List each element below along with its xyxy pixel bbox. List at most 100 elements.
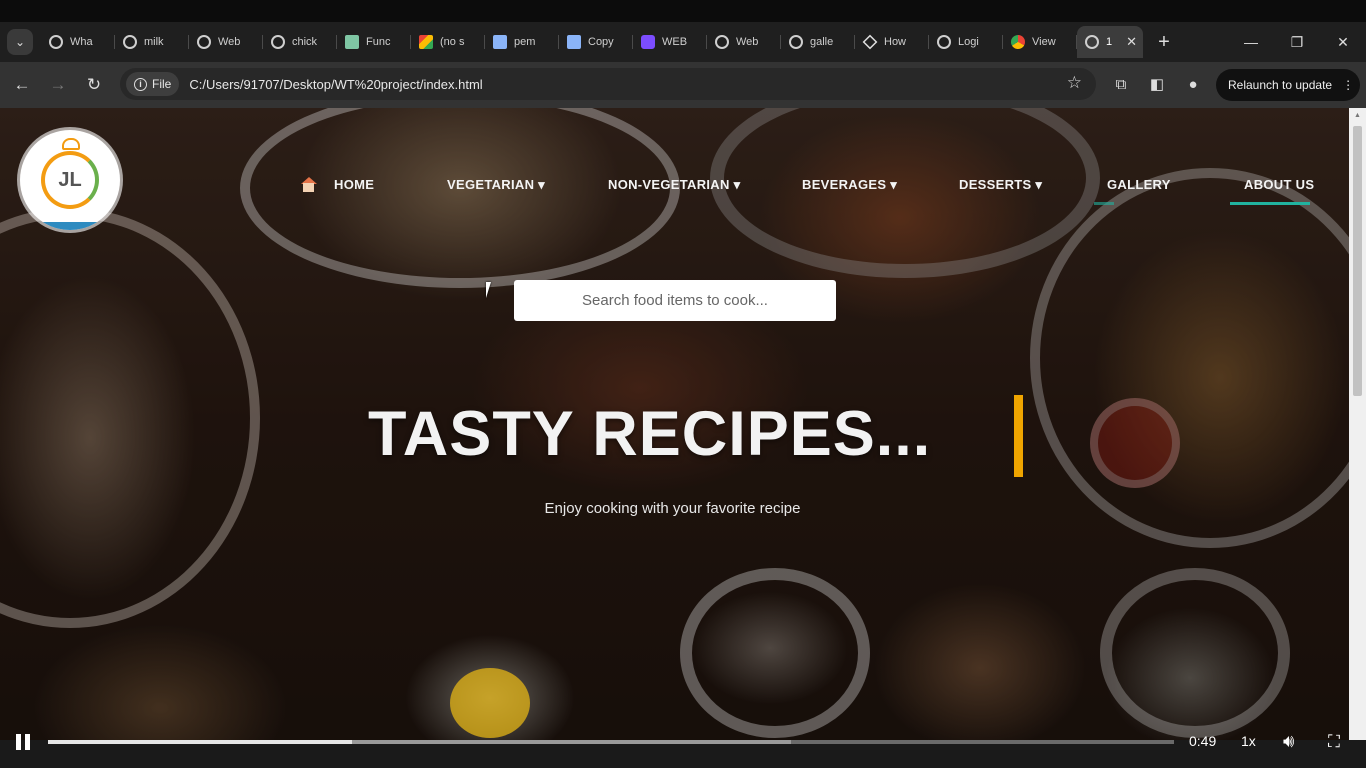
relaunch-button[interactable]: Relaunch to update ⋮ — [1216, 69, 1360, 101]
browser-tab[interactable]: View — [1003, 26, 1077, 58]
volume-icon[interactable]: 🔊︎ — [1283, 731, 1294, 752]
tab-label: How — [884, 36, 907, 48]
pause-icon[interactable] — [16, 734, 32, 752]
top-strip — [0, 0, 1366, 22]
food-search-input[interactable] — [514, 280, 836, 321]
tab-label: pem — [514, 36, 536, 48]
url-text[interactable]: C:/Users/91707/Desktop/WT%20project/inde… — [189, 77, 482, 92]
new-tab-button[interactable]: + — [1149, 27, 1179, 57]
plate-decoration — [0, 208, 260, 628]
minimize-icon[interactable]: — — [1228, 22, 1274, 62]
browser-tab[interactable]: pem — [485, 26, 559, 58]
close-window-icon[interactable]: ✕ — [1320, 22, 1366, 62]
tab-search-button[interactable]: ⌄ — [7, 29, 33, 55]
exit-fullscreen-icon[interactable]: ⛶ — [1328, 732, 1340, 752]
hero-subtitle-wrap: Enjoy cooking with your favorite recipe — [0, 500, 1349, 517]
docs-icon — [493, 35, 507, 49]
nav-vegetarian[interactable]: VEGETARIAN ▾ — [447, 177, 545, 193]
browser-tab[interactable]: milk — [115, 26, 189, 58]
nav-beverages[interactable]: BEVERAGES ▾ — [802, 177, 897, 193]
home-icon — [300, 177, 317, 192]
tab-list: Wha milk Web chick Func (no s pem Copy WEB Web gal… — [41, 22, 1143, 62]
nav-non-vegetarian[interactable]: NON-VEGETARIAN ▾ — [608, 177, 740, 193]
plate-decoration — [240, 108, 680, 288]
plate-decoration — [710, 108, 1100, 278]
address-bar[interactable]: i File C:/Users/91707/Desktop/WT%20proje… — [120, 68, 1096, 100]
video-progress-fill — [48, 740, 353, 744]
close-tab-icon[interactable]: ✕ — [1126, 34, 1137, 50]
mouse-cursor — [486, 282, 491, 298]
gmail-icon — [419, 35, 433, 49]
side-panel-icon[interactable]: ◧ — [1142, 69, 1172, 99]
browser-tab[interactable]: Logi — [929, 26, 1003, 58]
scrollbar-thumb[interactable] — [1353, 126, 1362, 396]
site-info-chip[interactable]: i File — [126, 72, 180, 96]
globe-icon — [271, 35, 285, 49]
scroll-up-icon[interactable]: ▲ — [1354, 112, 1361, 119]
globe-icon — [1085, 35, 1099, 49]
bookmark-star-icon[interactable]: ☆ — [1067, 73, 1082, 93]
tab-label: 1 — [1106, 36, 1113, 48]
video-time: 0:49 — [1189, 733, 1217, 749]
hero-subtitle: Enjoy cooking with your favorite recipe — [544, 500, 801, 517]
nav-home-label: HOME — [334, 177, 375, 192]
tab-label: Wha — [70, 36, 93, 48]
browser-tab[interactable]: Wha — [41, 26, 115, 58]
browser-toolbar: ← → ↻ i File C:/Users/91707/Desktop/WT%2… — [0, 62, 1366, 108]
more-menu-icon[interactable]: ⋮ — [1342, 78, 1354, 92]
browser-tab[interactable]: Func — [337, 26, 411, 58]
chef-hat-icon — [62, 138, 80, 150]
toolbar-icons: ⧉ ◧ ● — [1106, 69, 1208, 99]
tab-label: Func — [366, 36, 391, 48]
globe-icon — [49, 35, 63, 49]
browser-tab[interactable]: WEB — [633, 26, 707, 58]
page-viewport: JL HOME VEGETARIAN ▾ NON-VEGETARIAN ▾ BE… — [0, 108, 1349, 740]
tab-label: milk — [144, 36, 164, 48]
tab-label: (no s — [440, 36, 465, 48]
tab-label: galle — [810, 36, 834, 48]
tab-label: Web — [218, 36, 241, 48]
browser-tab[interactable]: chick — [263, 26, 337, 58]
browser-tab[interactable]: How — [855, 26, 929, 58]
browser-tab[interactable]: galle — [781, 26, 855, 58]
nav-about-us[interactable]: ABOUT US — [1244, 177, 1314, 192]
move-icon — [862, 34, 878, 50]
plate-decoration — [1100, 568, 1290, 738]
info-icon: i — [134, 77, 147, 91]
nav-desserts[interactable]: DESSERTS ▾ — [959, 177, 1042, 193]
back-icon[interactable]: ← — [4, 67, 40, 103]
browser-tab[interactable]: Copy — [559, 26, 633, 58]
globe-icon — [197, 35, 211, 49]
video-progress-bar[interactable] — [48, 740, 1174, 744]
sauce-bowl-decoration — [1090, 398, 1180, 488]
reload-icon[interactable]: ↻ — [76, 67, 112, 103]
window-controls: — ❐ ✕ — [1228, 22, 1366, 62]
restore-icon[interactable]: ❐ — [1274, 22, 1320, 62]
nav-gallery[interactable]: GALLERY — [1107, 177, 1171, 192]
forward-icon[interactable]: → — [40, 67, 76, 103]
page-scrollbar[interactable]: ▲ — [1349, 108, 1366, 740]
tab-label: chick — [292, 36, 318, 48]
plate-decoration — [1030, 168, 1349, 548]
typing-caret — [1014, 395, 1023, 477]
docs-icon — [567, 35, 581, 49]
nav-home[interactable]: HOME — [300, 177, 374, 192]
globe-icon — [715, 35, 729, 49]
tab-label: View — [1032, 36, 1056, 48]
extensions-icon[interactable]: ⧉ — [1106, 69, 1136, 99]
globe-icon — [789, 35, 803, 49]
browser-tab[interactable]: (no s — [411, 26, 485, 58]
profile-icon[interactable]: ● — [1178, 69, 1208, 99]
tab-label: Logi — [958, 36, 979, 48]
browser-tab[interactable]: Web — [189, 26, 263, 58]
playback-speed-button[interactable]: 1x — [1241, 733, 1256, 749]
browser-tab[interactable]: 1 ✕ — [1077, 26, 1143, 58]
browser-tab[interactable]: Web — [707, 26, 781, 58]
plate-decoration — [680, 568, 870, 738]
nav-hover-underline — [1094, 202, 1114, 205]
site-logo[interactable]: JL — [20, 130, 120, 230]
tab-label: WEB — [662, 36, 688, 48]
sheet-icon — [345, 35, 359, 49]
logo-ring: JL — [41, 151, 99, 209]
nav-active-underline — [1230, 202, 1310, 205]
